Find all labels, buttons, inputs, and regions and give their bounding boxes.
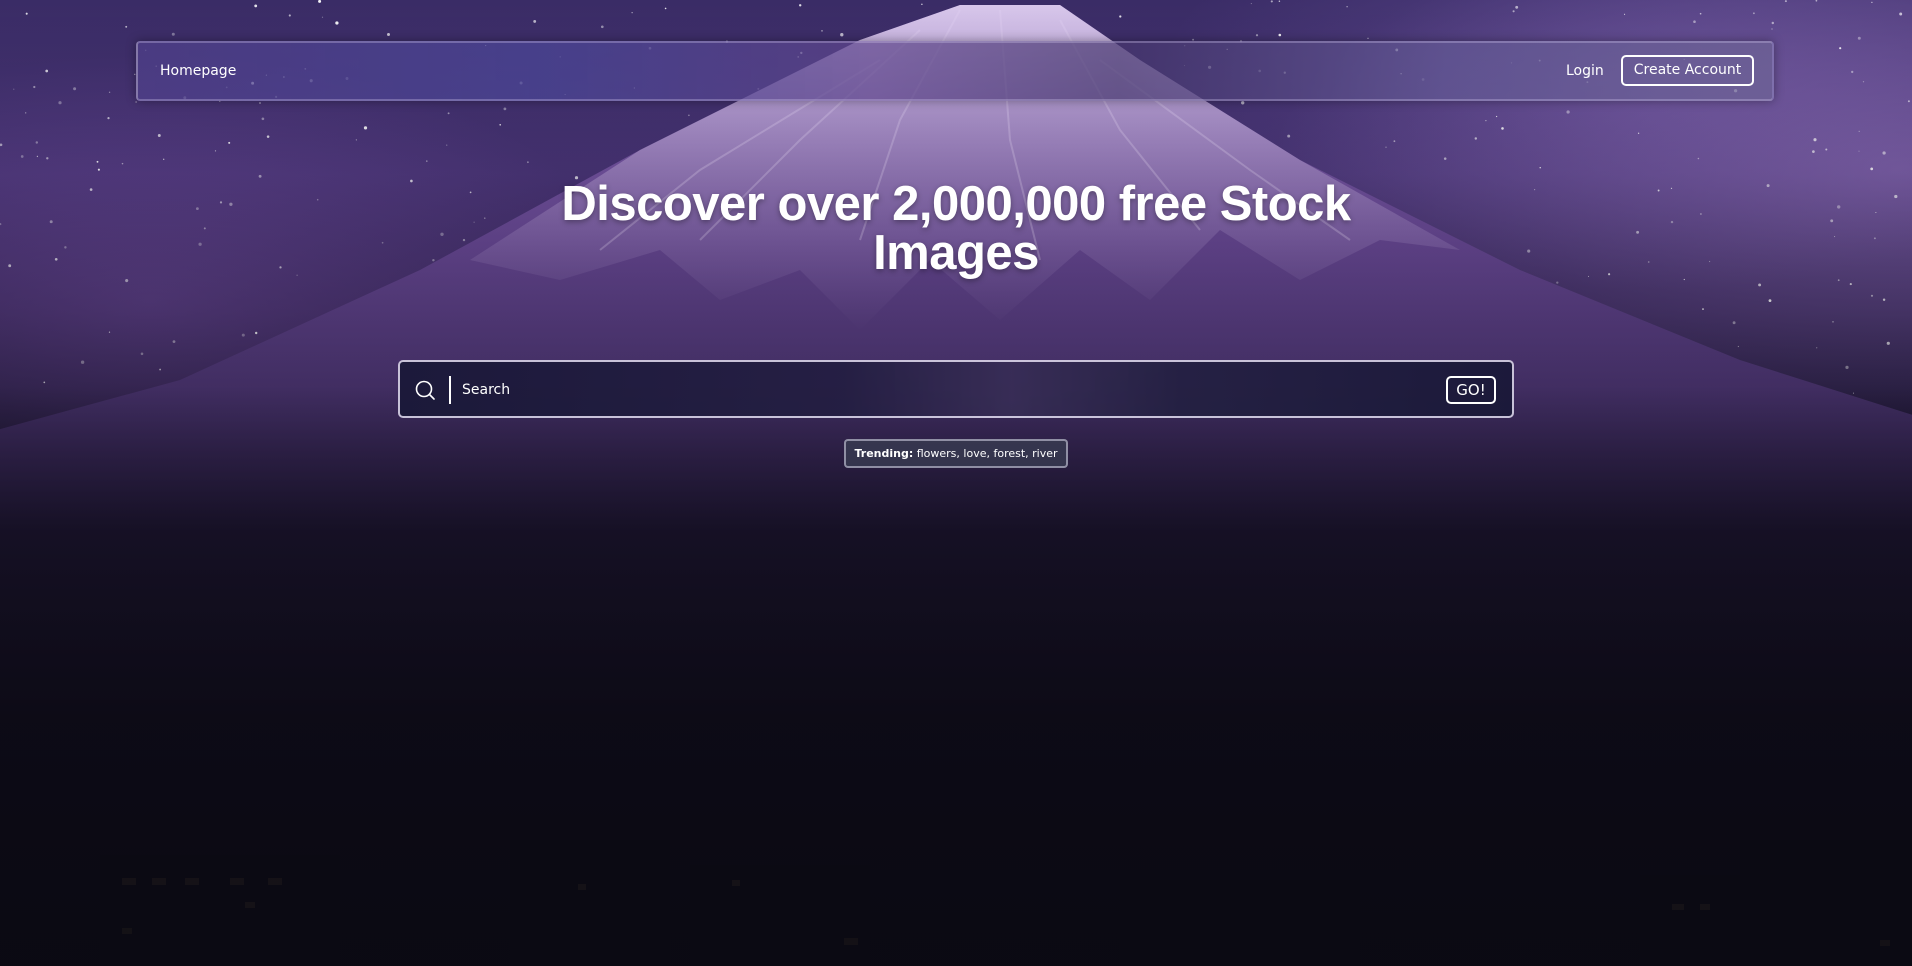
hero-title: Discover over 2,000,000 free Stock Image… xyxy=(561,177,1351,280)
login-link[interactable]: Login xyxy=(1566,63,1604,79)
top-navbar: Homepage Login Create Account xyxy=(136,41,1774,101)
trending-box: Trending: flowers, love, forest, river xyxy=(844,439,1068,468)
trending-terms[interactable]: flowers, love, forest, river xyxy=(917,447,1058,460)
go-button[interactable]: GO! xyxy=(1446,376,1496,404)
search-divider xyxy=(449,376,451,404)
search-icon[interactable] xyxy=(414,379,436,401)
search-input[interactable] xyxy=(462,376,1422,404)
trending-label: Trending: xyxy=(854,447,914,460)
background-scene xyxy=(0,0,1912,966)
search-bar: GO! xyxy=(398,360,1514,418)
scene-shade xyxy=(0,0,1912,966)
homepage-link[interactable]: Homepage xyxy=(160,63,236,79)
create-account-button[interactable]: Create Account xyxy=(1621,55,1754,86)
